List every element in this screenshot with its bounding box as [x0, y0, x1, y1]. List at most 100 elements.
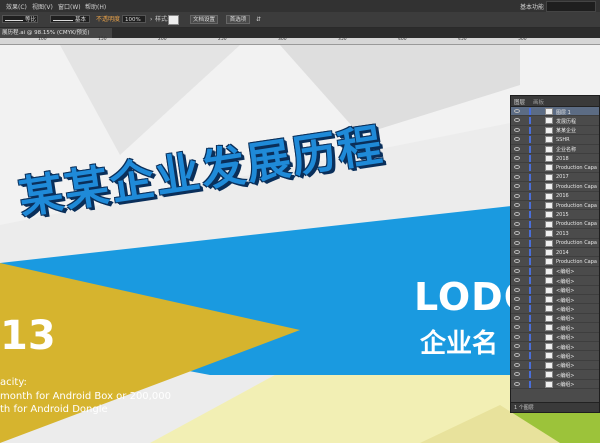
opacity-chevron-icon[interactable]: › [150, 15, 152, 24]
layer-thumbnail [545, 173, 553, 181]
layer-color-icon [529, 277, 531, 285]
ruler-label: 300 [278, 37, 287, 42]
layer-color-icon [529, 108, 531, 115]
layer-row[interactable]: <编组> [511, 351, 599, 361]
profile-line-icon [53, 20, 73, 21]
visibility-eye-icon[interactable] [514, 165, 520, 170]
document-tab[interactable]: 展历程.ai @ 98.15% (CMYK/预览) [0, 28, 112, 38]
layer-row-top[interactable]: 图层 1 [511, 107, 599, 117]
layer-thumbnail [545, 258, 553, 266]
visibility-eye-icon[interactable] [514, 212, 520, 217]
visibility-eye-icon[interactable] [514, 344, 520, 348]
layer-row[interactable]: 2017 [511, 173, 599, 183]
layer-row[interactable]: 2016 [511, 192, 599, 201]
opacity-label[interactable]: 不透明度 [96, 15, 120, 24]
visibility-eye-icon[interactable] [514, 381, 520, 386]
visibility-eye-icon[interactable] [514, 315, 520, 320]
document-setup-button[interactable]: 文档设置 [190, 15, 218, 24]
layer-row[interactable]: <编组> [511, 323, 599, 333]
layer-row[interactable]: 2014 [511, 248, 599, 258]
layer-row[interactable]: SSHR [511, 135, 599, 145]
layer-row[interactable]: <编组> [511, 267, 599, 277]
menu-view[interactable]: 视图(V) [32, 2, 53, 11]
visibility-eye-icon[interactable] [514, 250, 520, 254]
layer-color-icon [529, 126, 531, 134]
menu-window[interactable]: 窗口(W) [58, 2, 81, 11]
visibility-eye-icon[interactable] [514, 156, 520, 160]
search-input[interactable] [546, 1, 596, 12]
layer-row[interactable]: <编组> [511, 276, 599, 286]
layer-thumbnail [545, 277, 553, 285]
layer-row[interactable]: 2013 [511, 229, 599, 239]
visibility-eye-icon[interactable] [514, 372, 520, 377]
layer-color-icon [529, 136, 531, 144]
panel-header: 图层 画板 [511, 96, 599, 107]
visibility-eye-icon[interactable] [514, 137, 520, 142]
layer-row[interactable]: Production Capa [511, 257, 599, 267]
visibility-eye-icon[interactable] [514, 287, 520, 292]
layer-row[interactable]: Production Capa [511, 182, 599, 192]
menu-help[interactable]: 帮助(H) [85, 2, 106, 11]
visibility-eye-icon[interactable] [514, 193, 520, 198]
layer-row[interactable]: <编组> [511, 380, 599, 389]
layer-color-icon [529, 258, 531, 266]
layer-row[interactable]: 企业名称 [511, 145, 599, 154]
visibility-eye-icon[interactable] [514, 268, 520, 273]
layer-thumbnail [545, 183, 553, 191]
layer-row[interactable]: <编组> [511, 314, 599, 324]
layer-label: Production Capa [556, 164, 597, 171]
layer-label: <编组> [556, 306, 575, 313]
visibility-eye-icon[interactable] [514, 146, 520, 151]
visibility-eye-icon[interactable] [514, 240, 520, 245]
layer-row[interactable]: 2018 [511, 154, 599, 164]
layer-row[interactable]: Production Capa [511, 220, 599, 230]
workspace-switcher[interactable]: 基本功能 [520, 2, 544, 11]
visibility-eye-icon[interactable] [514, 353, 520, 358]
layer-label: <编组> [556, 344, 575, 351]
visibility-eye-icon[interactable] [514, 259, 520, 264]
layer-thumbnail [545, 192, 553, 200]
layer-row[interactable]: <编组> [511, 295, 599, 305]
layer-color-icon [529, 164, 531, 172]
layer-row[interactable]: 2015 [511, 210, 599, 220]
stroke-weight-select[interactable]: 等比 [2, 15, 38, 23]
stroke-profile-select[interactable]: 基本 [50, 15, 90, 23]
visibility-eye-icon[interactable] [514, 325, 520, 330]
company-name: 企业名 [420, 329, 499, 359]
layer-row[interactable]: <编组> [511, 342, 599, 352]
layer-row[interactable]: 发展历程 [511, 116, 599, 126]
layer-label: <编组> [556, 353, 575, 360]
layer-row[interactable]: <编组> [511, 361, 599, 371]
visibility-eye-icon[interactable] [514, 174, 520, 179]
visibility-eye-icon[interactable] [514, 362, 520, 367]
visibility-eye-icon[interactable] [514, 109, 520, 113]
preferences-button[interactable]: 首选项 [226, 15, 250, 24]
layer-row[interactable]: <编组> [511, 333, 599, 342]
layer-row[interactable]: <编组> [511, 370, 599, 380]
visibility-eye-icon[interactable] [514, 297, 520, 301]
menu-effect[interactable]: 效果(C) [6, 2, 27, 11]
visibility-eye-icon[interactable] [514, 278, 520, 283]
layer-row[interactable]: 某某企业 [511, 126, 599, 136]
visibility-eye-icon[interactable] [514, 334, 520, 339]
layer-row[interactable]: <编组> [511, 304, 599, 314]
layer-row[interactable]: Production Capa [511, 163, 599, 173]
tab-artboards[interactable]: 画板 [533, 98, 544, 106]
layer-row[interactable]: Production Capa [511, 239, 599, 248]
visibility-eye-icon[interactable] [514, 306, 520, 311]
document-tab-bar: 展历程.ai @ 98.15% (CMYK/预览) [0, 28, 600, 38]
layer-color-icon [529, 117, 531, 125]
arrange-icon[interactable]: ⇵ [256, 15, 261, 24]
tab-layers[interactable]: 图层 [514, 98, 525, 106]
layer-row[interactable]: Production Capa [511, 201, 599, 211]
stroke-profile-label: 基本 [75, 17, 87, 23]
opacity-input[interactable]: 100% [122, 15, 146, 23]
layer-row[interactable]: <编组> [511, 286, 599, 295]
visibility-eye-icon[interactable] [514, 127, 520, 132]
visibility-eye-icon[interactable] [514, 221, 520, 226]
visibility-eye-icon[interactable] [514, 184, 520, 189]
visibility-eye-icon[interactable] [514, 203, 520, 207]
style-swatch[interactable] [168, 15, 179, 25]
visibility-eye-icon[interactable] [514, 118, 520, 123]
visibility-eye-icon[interactable] [514, 231, 520, 236]
